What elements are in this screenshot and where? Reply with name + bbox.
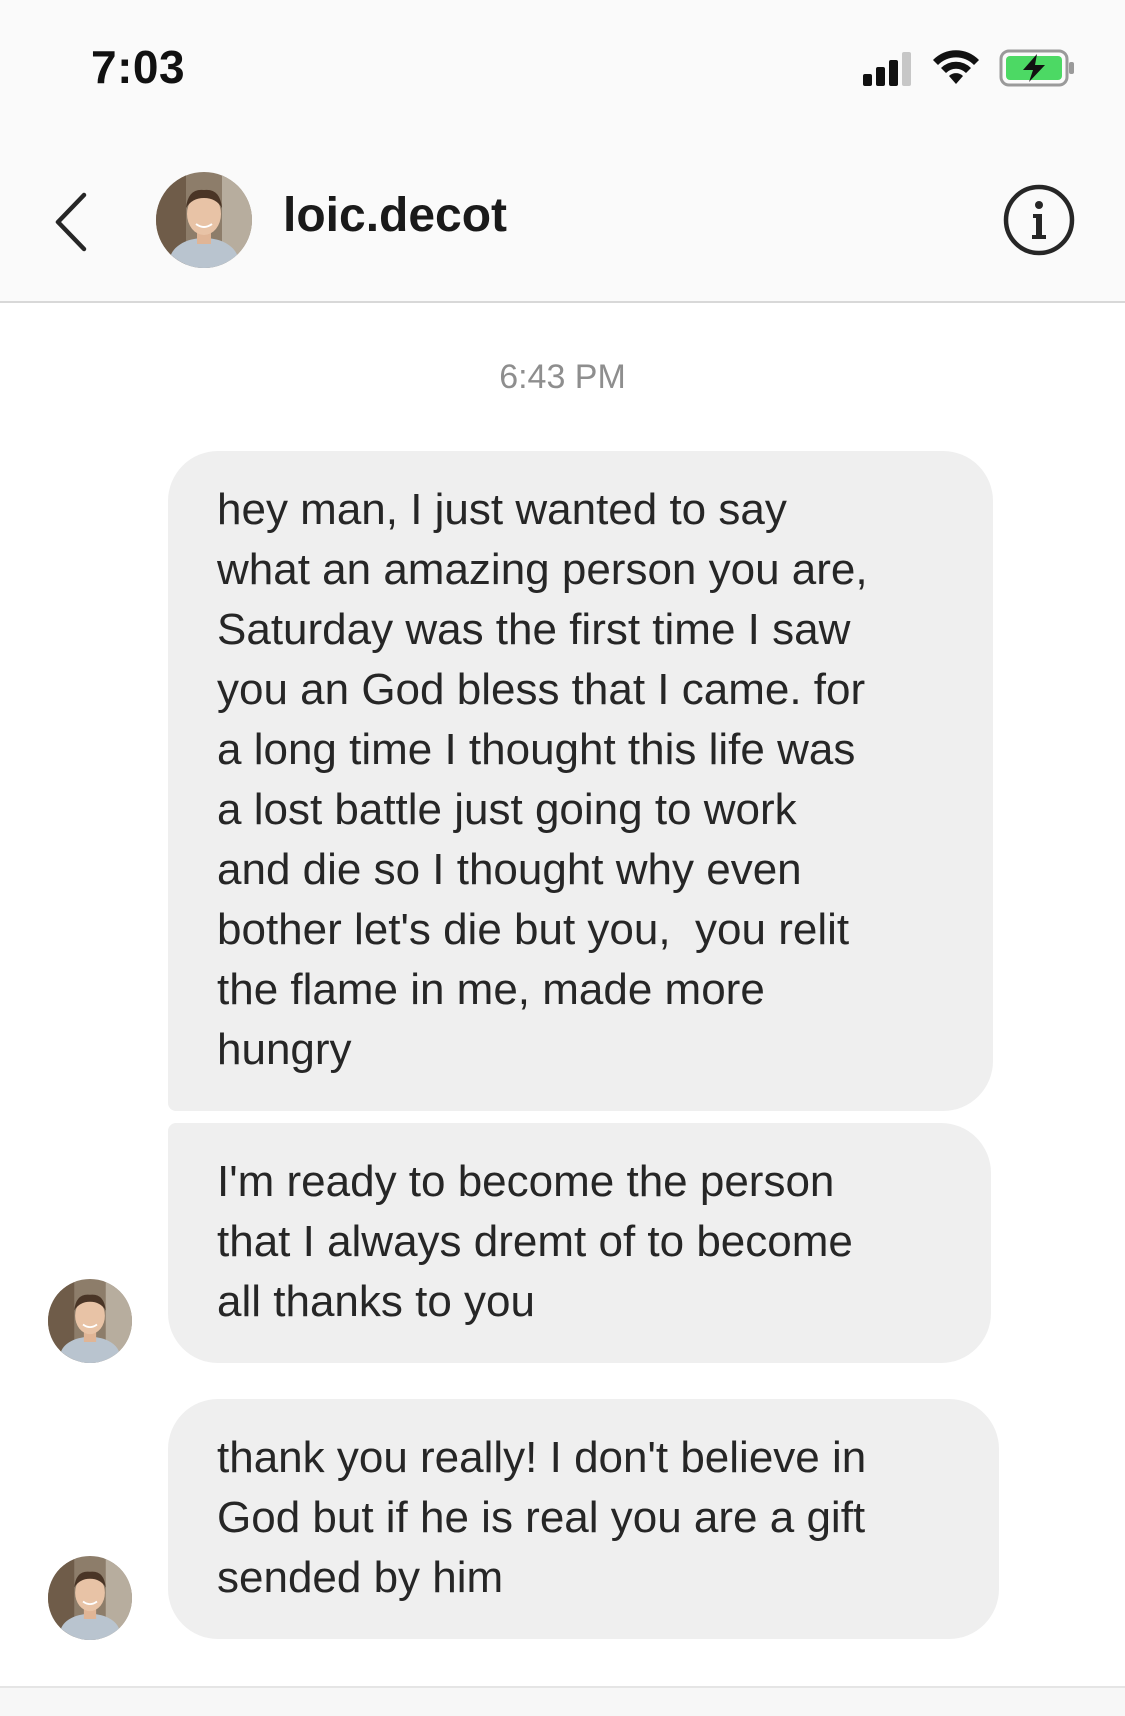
profile-photo <box>156 172 252 268</box>
message-line: Saturday was the first time I saw <box>217 605 851 654</box>
message-bubble[interactable]: I'm ready to become the person that I al… <box>168 1123 991 1363</box>
info-button[interactable] <box>1001 182 1077 258</box>
message-line: hey man, I just wanted to say <box>217 485 787 534</box>
status-time: 7:03 <box>91 41 186 93</box>
status-icons <box>863 48 1083 92</box>
message-line: God but if he is real you are a gift <box>217 1493 866 1542</box>
message-line: sended by him <box>217 1553 504 1602</box>
profile-photo <box>48 1556 132 1640</box>
profile-photo <box>48 1279 132 1363</box>
info-circle-icon <box>1003 184 1075 256</box>
message-bubble[interactable]: hey man, I just wanted to say what an am… <box>168 451 993 1111</box>
composer-area[interactable] <box>0 1686 1125 1716</box>
message-line: hungry <box>217 1025 352 1074</box>
message-line: the flame in me, made more <box>217 965 765 1014</box>
message-timestamp: 6:43 PM <box>499 358 626 396</box>
chevron-left-icon <box>55 192 87 252</box>
message-line: all thanks to you <box>217 1277 535 1326</box>
conversation-username[interactable]: loic.decot <box>283 188 507 243</box>
message-line: I'm ready to become the person <box>217 1157 835 1206</box>
sender-avatar[interactable] <box>48 1279 132 1363</box>
message-line: what an amazing person you are, <box>217 545 868 594</box>
conversation-header: loic.decot <box>0 140 1125 303</box>
message-line: a long time I thought this life was <box>217 725 856 774</box>
back-button[interactable] <box>46 185 96 255</box>
message-line: and die so I thought why even <box>217 845 802 894</box>
message-bubble[interactable]: thank you really! I don't believe in God… <box>168 1399 999 1639</box>
status-bar: 7:03 <box>0 0 1125 140</box>
wifi-icon <box>933 50 979 84</box>
message-line: that I always dremt of to become <box>217 1217 853 1266</box>
sender-avatar[interactable] <box>48 1556 132 1640</box>
message-line: thank you really! I don't believe in <box>217 1433 867 1482</box>
cellular-signal-icon <box>863 52 911 86</box>
battery-charging-icon <box>999 49 1074 87</box>
message-line: bother let's die but you, you relit <box>217 905 850 954</box>
message-line: you an God bless that I came. for <box>217 665 866 714</box>
avatar[interactable] <box>156 172 252 268</box>
message-line: a lost battle just going to work <box>217 785 797 834</box>
